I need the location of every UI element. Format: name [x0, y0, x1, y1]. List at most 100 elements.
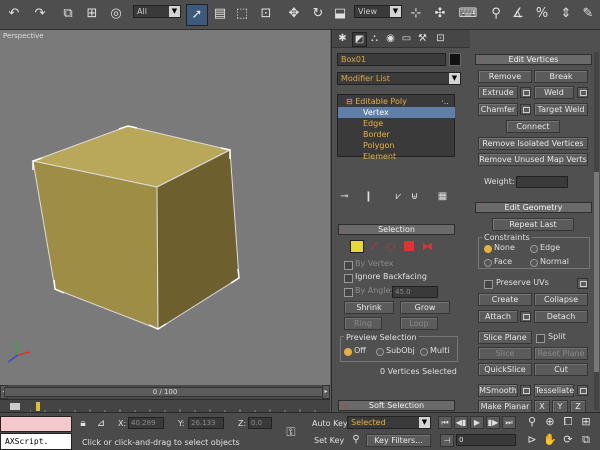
- configure-sets-icon[interactable]: ▦: [436, 190, 449, 203]
- object-color-swatch[interactable]: [449, 53, 461, 66]
- make-unique-icon[interactable]: ⩗: [392, 190, 405, 203]
- keyboard-shortcut-override-icon[interactable]: ⌨: [458, 4, 478, 24]
- motion-tab-icon[interactable]: ◉: [384, 32, 397, 45]
- key-icon[interactable]: ⚿: [282, 425, 300, 439]
- constraint-edge-radio[interactable]: [530, 245, 538, 253]
- constraint-face-radio[interactable]: [484, 259, 492, 267]
- stack-item-element[interactable]: Element: [338, 151, 455, 162]
- show-end-result-icon[interactable]: ❙: [362, 190, 375, 203]
- utilities-tab-icon[interactable]: ⚒: [416, 32, 429, 45]
- preserve-uvs-settings-icon[interactable]: [577, 278, 588, 289]
- stack-item-edge[interactable]: Edge: [338, 118, 455, 129]
- select-object-icon[interactable]: ➚: [186, 4, 208, 26]
- shrink-button[interactable]: Shrink: [344, 301, 394, 314]
- track-bar-icon[interactable]: [10, 403, 20, 410]
- select-link-icon[interactable]: ⧉: [58, 4, 78, 24]
- zoom-extents-icon[interactable]: ⧠: [560, 415, 576, 429]
- collapse-button[interactable]: Collapse: [534, 293, 588, 306]
- target-weld-button[interactable]: Target Weld: [534, 103, 588, 116]
- set-key-icon[interactable]: ⚲: [348, 433, 364, 447]
- tessellate-button[interactable]: Tessellate: [534, 384, 574, 397]
- maxscript-listener-input[interactable]: AXScript.: [0, 433, 72, 450]
- chamfer-button[interactable]: Chamfer: [478, 103, 518, 116]
- perspective-viewport[interactable]: Perspective: [0, 30, 330, 385]
- preview-off-radio[interactable]: [344, 348, 352, 356]
- soft-selection-rollout-header[interactable]: + Soft Selection: [338, 400, 455, 411]
- preserve-uvs-checkbox[interactable]: [484, 280, 493, 289]
- loop-button[interactable]: Loop: [400, 317, 438, 330]
- modifier-list-dropdown[interactable]: Modifier List ▼: [337, 72, 461, 85]
- pivot-center-icon[interactable]: ⊹: [406, 4, 426, 24]
- z-coordinate-field[interactable]: 0.0: [248, 417, 272, 429]
- polygon-level-icon[interactable]: [404, 241, 414, 251]
- redo-icon[interactable]: ↷: [30, 4, 50, 24]
- weight-spinner[interactable]: [516, 176, 568, 188]
- scale-icon[interactable]: ⬓: [330, 4, 350, 24]
- extrude-settings-icon[interactable]: [520, 87, 531, 98]
- element-level-icon[interactable]: ⧓: [422, 240, 433, 253]
- connect-button[interactable]: Connect: [506, 120, 560, 133]
- play-icon[interactable]: ▶: [470, 416, 484, 429]
- key-mode-toggle-icon[interactable]: ⊣: [440, 434, 454, 447]
- percent-snap-icon[interactable]: %: [532, 4, 552, 24]
- constraint-normal-radio[interactable]: [530, 259, 538, 267]
- rectangular-region-icon[interactable]: ⬚: [232, 4, 252, 24]
- named-selection-icon[interactable]: ✎: [578, 4, 598, 24]
- current-frame-field[interactable]: 0: [456, 434, 516, 446]
- slice-button[interactable]: Slice: [478, 347, 532, 360]
- selection-rollout-header[interactable]: – Selection: [338, 224, 455, 235]
- unknown-tab-icon[interactable]: ⊡: [434, 32, 447, 45]
- panel-scrollbar[interactable]: [594, 52, 599, 410]
- spinner-snap-icon[interactable]: ⇕: [556, 4, 576, 24]
- msmooth-settings-icon[interactable]: [520, 385, 531, 396]
- edit-geometry-rollout-header[interactable]: – Edit Geometry: [475, 202, 592, 213]
- bind-spacewarp-icon[interactable]: ◎: [106, 4, 126, 24]
- weld-settings-icon[interactable]: [577, 87, 588, 98]
- display-tab-icon[interactable]: ▭: [400, 32, 413, 45]
- remove-isolated-vertices-button[interactable]: Remove Isolated Vertices: [478, 137, 588, 150]
- create-button[interactable]: Create: [478, 293, 532, 306]
- msmooth-button[interactable]: MSmooth: [478, 384, 518, 397]
- stack-item-editable-poly[interactable]: ⊟ Editable Poly ·‥: [338, 96, 455, 107]
- preview-multi-radio[interactable]: [420, 348, 428, 356]
- stack-item-border[interactable]: Border: [338, 129, 455, 140]
- pin-stack-icon[interactable]: ⊸: [338, 190, 351, 203]
- move-icon[interactable]: ✥: [284, 4, 304, 24]
- go-to-start-icon[interactable]: ⏮: [438, 416, 452, 429]
- snaps-toggle-icon[interactable]: ⚲: [486, 4, 506, 24]
- repeat-last-button[interactable]: Repeat Last: [492, 218, 574, 231]
- by-vertex-checkbox[interactable]: [344, 261, 353, 270]
- key-filters-button[interactable]: Key Filters...: [366, 434, 431, 447]
- constraint-none-radio[interactable]: [484, 245, 492, 253]
- modify-tab-icon[interactable]: ◩: [352, 32, 367, 47]
- field-of-view-icon[interactable]: ⊳: [524, 433, 540, 447]
- grow-button[interactable]: Grow: [400, 301, 450, 314]
- by-angle-spinner[interactable]: 45.0: [392, 286, 438, 298]
- create-tab-icon[interactable]: ✱: [336, 32, 349, 45]
- time-slider[interactable]: 0 / 100: [4, 387, 326, 397]
- detach-button[interactable]: Detach: [534, 310, 588, 323]
- rotate-icon[interactable]: ↻: [308, 4, 328, 24]
- pan-view-icon[interactable]: ✋: [542, 433, 558, 447]
- previous-frame-icon[interactable]: ◀▮: [454, 416, 468, 429]
- remove-modifier-icon[interactable]: ⊎: [408, 190, 421, 203]
- cube-left-face[interactable]: [32, 160, 159, 330]
- vertex-level-icon[interactable]: [350, 240, 364, 253]
- remove-button[interactable]: Remove: [478, 70, 532, 83]
- by-angle-checkbox[interactable]: [344, 288, 353, 297]
- track-bar[interactable]: [0, 399, 330, 413]
- maximize-viewport-icon[interactable]: ⧉: [578, 433, 594, 447]
- split-checkbox[interactable]: [536, 334, 545, 343]
- panel-scrollbar-thumb[interactable]: [594, 172, 599, 372]
- unlink-icon[interactable]: ⊞: [82, 4, 102, 24]
- zoom-all-icon[interactable]: ⊕: [542, 415, 558, 429]
- slice-plane-button[interactable]: Slice Plane: [478, 331, 532, 344]
- chamfer-settings-icon[interactable]: [520, 104, 531, 115]
- tessellate-settings-icon[interactable]: [577, 385, 588, 396]
- selection-set-dropdown[interactable]: Selected ▼: [347, 416, 431, 429]
- preview-subobj-radio[interactable]: [376, 348, 384, 356]
- undo-icon[interactable]: ↶: [4, 4, 24, 24]
- attach-settings-icon[interactable]: [520, 311, 531, 322]
- select-by-name-icon[interactable]: ▤: [210, 4, 230, 24]
- chevron-right-icon[interactable]: ▸: [322, 385, 330, 399]
